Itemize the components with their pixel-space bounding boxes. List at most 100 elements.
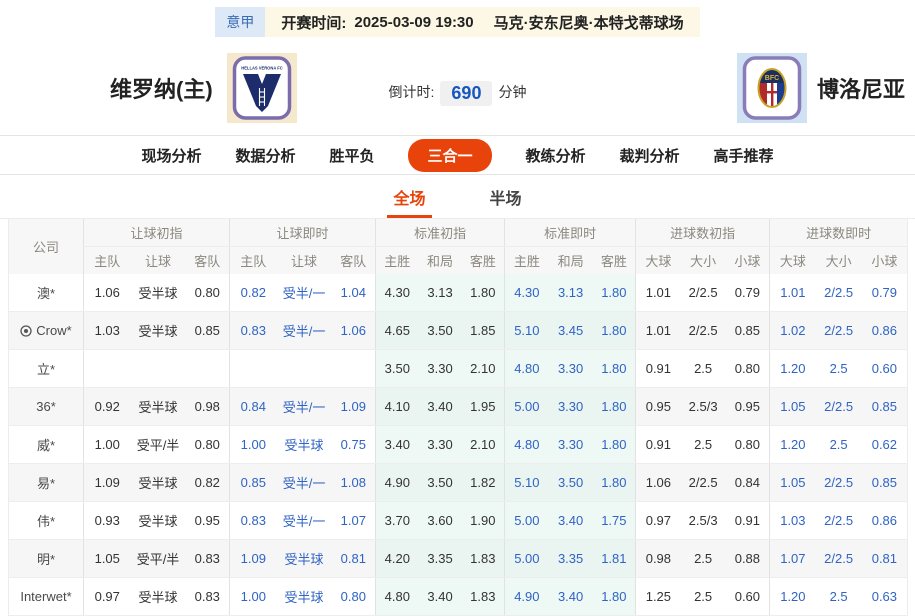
odds-cell[interactable]: 1.80 (592, 577, 636, 616)
company-cell[interactable]: 澳* (8, 274, 84, 312)
company-cell[interactable]: 易* (8, 463, 84, 502)
odds-cell[interactable]: 受半球 (276, 539, 332, 578)
odds-cell[interactable]: 3.45 (548, 311, 593, 350)
odds-cell[interactable]: 0.86 (861, 311, 908, 350)
odds-cell[interactable]: 0.84 (229, 387, 277, 426)
odds-cell[interactable]: 5.10 (504, 311, 549, 350)
odds-cell[interactable]: 1.05 (769, 463, 816, 502)
odds-cell[interactable]: 3.30 (548, 387, 593, 426)
company-cell[interactable]: 伟* (8, 501, 84, 540)
company-cell[interactable]: Crow* (8, 311, 84, 350)
nav-tab-6[interactable]: 高手推荐 (714, 145, 774, 166)
subtab-0[interactable]: 全场 (387, 185, 432, 218)
odds-cell[interactable]: 0.85 (861, 387, 908, 426)
odds-cell[interactable]: 3.50 (548, 463, 593, 502)
odds-cell[interactable]: 0.63 (861, 577, 908, 616)
odds-cell[interactable]: 0.81 (331, 539, 376, 578)
odds-cell[interactable]: 2.5 (815, 349, 862, 388)
odds-cell[interactable]: 2/2.5 (815, 539, 862, 578)
odds-cell[interactable]: 1.80 (592, 311, 636, 350)
odds-cell[interactable]: 受半/一 (276, 463, 332, 502)
odds-cell[interactable] (276, 349, 332, 388)
company-cell[interactable]: 明* (8, 539, 84, 578)
odds-cell[interactable]: 2/2.5 (815, 463, 862, 502)
odds-cell[interactable]: 5.00 (504, 387, 549, 426)
odds-cell[interactable]: 3.40 (548, 577, 593, 616)
odds-cell[interactable]: 受半/一 (276, 274, 332, 312)
odds-cell[interactable]: 4.30 (504, 274, 549, 312)
odds-cell[interactable] (331, 349, 376, 388)
odds-cell[interactable]: 2/2.5 (815, 387, 862, 426)
odds-cell[interactable]: 2.5 (815, 577, 862, 616)
odds-cell[interactable]: 2/2.5 (815, 311, 862, 350)
odds-cell[interactable]: 0.82 (229, 274, 277, 312)
nav-tab-3[interactable]: 三合一 (408, 138, 492, 172)
odds-cell[interactable]: 1.80 (592, 274, 636, 312)
odds-cell[interactable]: 1.00 (229, 577, 277, 616)
odds-cell[interactable]: 4.90 (504, 577, 549, 616)
company-cell[interactable]: 威* (8, 425, 84, 464)
odds-cell[interactable]: 1.05 (769, 387, 816, 426)
nav-tab-0[interactable]: 现场分析 (141, 145, 201, 166)
odds-cell[interactable]: 0.60 (861, 349, 908, 388)
odds-cell[interactable]: 1.80 (592, 463, 636, 502)
odds-cell[interactable]: 1.07 (769, 539, 816, 578)
odds-cell[interactable]: 1.20 (769, 577, 816, 616)
odds-cell[interactable]: 0.83 (229, 501, 277, 540)
odds-cell[interactable]: 受半/一 (276, 501, 332, 540)
odds-cell[interactable]: 3.13 (548, 274, 593, 312)
league-badge[interactable]: 意甲 (215, 7, 266, 37)
odds-cell[interactable]: 1.03 (769, 501, 816, 540)
odds-cell[interactable]: 1.01 (769, 274, 816, 312)
odds-cell[interactable]: 0.85 (229, 463, 277, 502)
odds-cell[interactable]: 0.75 (331, 425, 376, 464)
odds-cell[interactable]: 5.10 (504, 463, 549, 502)
odds-cell[interactable] (229, 349, 277, 388)
odds-cell[interactable]: 0.86 (861, 501, 908, 540)
subtab-1[interactable]: 半场 (484, 185, 528, 218)
odds-cell[interactable]: 5.00 (504, 501, 549, 540)
odds-cell[interactable]: 1.06 (331, 311, 376, 350)
odds-cell[interactable]: 1.07 (331, 501, 376, 540)
odds-cell[interactable]: 1.80 (592, 425, 636, 464)
nav-tab-2[interactable]: 胜平负 (329, 145, 374, 166)
odds-cell[interactable]: 2/2.5 (815, 501, 862, 540)
odds-cell[interactable]: 1.09 (229, 539, 277, 578)
odds-cell[interactable]: 0.62 (861, 425, 908, 464)
odds-cell[interactable]: 4.80 (504, 425, 549, 464)
odds-cell[interactable]: 3.30 (548, 349, 593, 388)
odds-cell[interactable]: 0.79 (861, 274, 908, 312)
odds-cell[interactable]: 1.20 (769, 349, 816, 388)
odds-cell[interactable]: 受半/一 (276, 311, 332, 350)
odds-cell[interactable]: 2.5 (815, 425, 862, 464)
company-cell[interactable]: Interwet* (8, 577, 84, 616)
odds-cell[interactable]: 0.85 (861, 463, 908, 502)
odds-cell[interactable]: 1.04 (331, 274, 376, 312)
nav-tab-1[interactable]: 数据分析 (235, 145, 295, 166)
company-cell[interactable]: 立* (8, 349, 84, 388)
company-cell[interactable]: 36* (8, 387, 84, 426)
odds-cell[interactable]: 1.75 (592, 501, 636, 540)
odds-cell[interactable]: 0.81 (861, 539, 908, 578)
odds-cell[interactable]: 3.35 (548, 539, 593, 578)
odds-cell[interactable]: 1.80 (592, 349, 636, 388)
nav-tab-5[interactable]: 裁判分析 (620, 145, 680, 166)
odds-cell[interactable]: 5.00 (504, 539, 549, 578)
odds-cell[interactable]: 1.20 (769, 425, 816, 464)
odds-cell[interactable]: 1.81 (592, 539, 636, 578)
odds-cell[interactable]: 2/2.5 (815, 274, 862, 312)
odds-cell[interactable]: 1.02 (769, 311, 816, 350)
odds-cell[interactable]: 0.83 (229, 311, 277, 350)
odds-cell[interactable]: 3.30 (548, 425, 593, 464)
odds-cell[interactable]: 受半/一 (276, 387, 332, 426)
odds-cell[interactable]: 1.80 (592, 387, 636, 426)
odds-cell[interactable]: 1.08 (331, 463, 376, 502)
odds-cell[interactable]: 1.00 (229, 425, 277, 464)
nav-tab-4[interactable]: 教练分析 (526, 145, 586, 166)
odds-cell[interactable]: 4.80 (504, 349, 549, 388)
odds-cell[interactable]: 0.80 (331, 577, 376, 616)
odds-cell[interactable]: 受半球 (276, 577, 332, 616)
odds-cell[interactable]: 受半球 (276, 425, 332, 464)
odds-cell[interactable]: 3.40 (548, 501, 593, 540)
odds-cell[interactable]: 1.09 (331, 387, 376, 426)
